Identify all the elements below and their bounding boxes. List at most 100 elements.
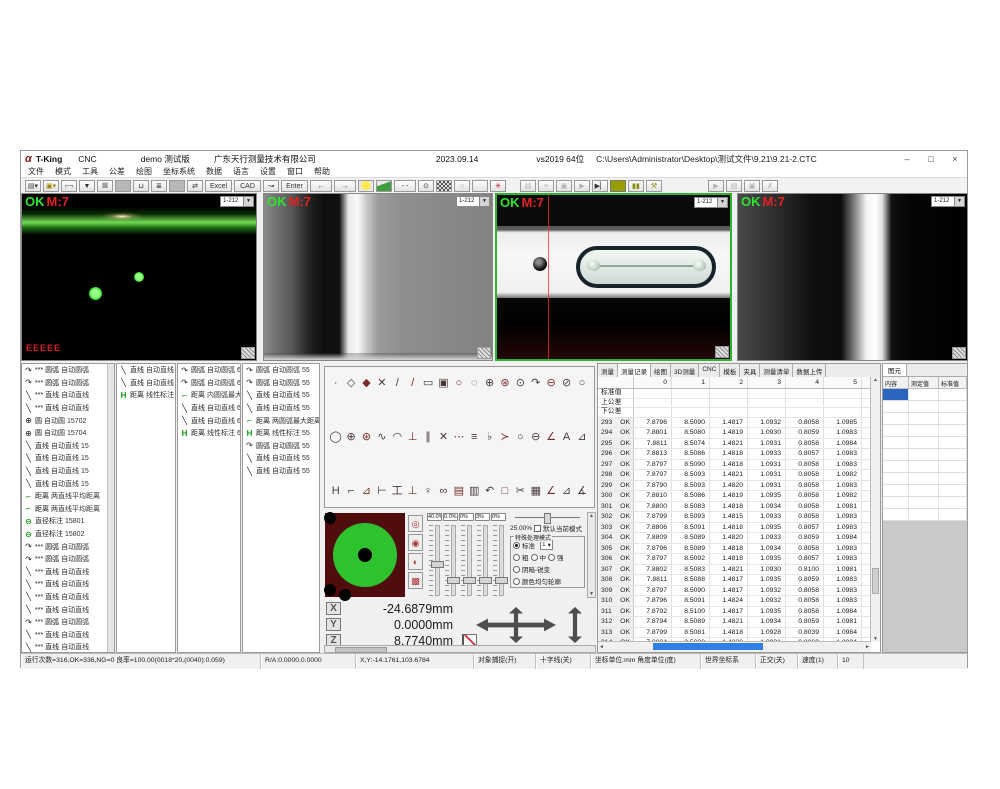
tool-icon[interactable]: 工: [390, 483, 405, 499]
table-row[interactable]: 293OK7.87968.50901.48171.09320.80581.098…: [598, 418, 871, 429]
feature-item[interactable]: ╲直线自动直线 55: [243, 465, 319, 478]
toolbar-button-measure[interactable]: ⌐¬: [61, 180, 77, 192]
feature-item[interactable]: ↷*** 圆弧自动圆弧: [22, 553, 114, 566]
tool-icon[interactable]: ⊖: [528, 429, 543, 445]
tool-icon[interactable]: A: [559, 429, 574, 445]
tool-icon[interactable]: ∠: [543, 429, 558, 445]
tool-icon[interactable]: ∞: [436, 483, 451, 499]
tool-icon[interactable]: ⊿: [359, 483, 374, 499]
horizontal-scrollbar[interactable]: ◄►: [598, 641, 871, 652]
toolbar-button-save-3[interactable]: ▤: [726, 180, 742, 192]
tool-icon[interactable]: ▭: [420, 375, 435, 391]
toolbar-button-enter[interactable]: Enter: [281, 180, 308, 192]
feature-item[interactable]: ↷圆弧自动圆弧 55: [243, 364, 319, 377]
menu-item[interactable]: 窗口: [287, 166, 303, 177]
tool-icon[interactable]: ▣: [436, 375, 451, 391]
table-row[interactable]: 303OK7.88068.50911.48181.09350.80571.098…: [598, 523, 871, 534]
tool-icon[interactable]: ⊿: [574, 429, 589, 445]
toolbar-button-pause[interactable]: ▮▮: [628, 180, 644, 192]
feature-item[interactable]: ⌐距离两直线平均距离: [22, 503, 114, 516]
tab-夹具[interactable]: 夹具: [740, 364, 760, 377]
toolbar-button-gray-1[interactable]: [115, 180, 131, 192]
toolbar-button-open-3[interactable]: ▣: [744, 180, 760, 192]
feature-item[interactable]: H距离线性标注 34: [117, 389, 175, 402]
feature-item[interactable]: ⊕圆自动圆 15704: [22, 427, 114, 440]
ring-light-preview[interactable]: [325, 513, 405, 597]
toolbar-button-cad[interactable]: CAD: [234, 180, 261, 192]
feature-item[interactable]: ╲直线自动直线 55: [243, 452, 319, 465]
tool-icon[interactable]: ▥: [467, 483, 482, 499]
menu-item[interactable]: 坐标系统: [163, 166, 195, 177]
toolbar-button-dash[interactable]: - -: [394, 180, 416, 192]
feature-item[interactable]: ⌐距离两直线平均距离: [22, 490, 114, 503]
scroll-down-icon[interactable]: ▼: [588, 591, 595, 597]
slider-thumb[interactable]: [495, 577, 508, 584]
options-scrollbar[interactable]: ▲▼: [587, 512, 596, 598]
feature-item[interactable]: ↷圆弧自动圆弧 64: [178, 364, 240, 377]
chevron-down-icon[interactable]: ▼: [954, 197, 964, 206]
light-channel-slider[interactable]: 40.0%: [427, 513, 443, 597]
tool-icon[interactable]: ∡: [574, 483, 589, 499]
light-channel-slider[interactable]: 3%: [475, 513, 491, 597]
chevron-down-icon[interactable]: ▼: [243, 197, 253, 206]
toolbar-button-blank[interactable]: [472, 180, 488, 192]
scrollbar-thumb[interactable]: [872, 568, 879, 594]
toolbar-button-checker[interactable]: [436, 180, 452, 192]
scroll-right-icon[interactable]: ►: [865, 644, 870, 650]
tool-icon[interactable]: ✂: [513, 483, 528, 499]
table-row[interactable]: 297OK7.87978.50901.48181.09310.80581.098…: [598, 460, 871, 471]
table-row[interactable]: 311OK7.87928.51001.48171.09350.80581.098…: [598, 607, 871, 618]
toolbar-button-open[interactable]: ▣▾: [43, 180, 59, 192]
tool-icon[interactable]: /: [390, 375, 405, 391]
toolbar-button-play[interactable]: ▶: [574, 180, 590, 192]
element-row[interactable]: [883, 485, 967, 497]
toolbar-button-hammer[interactable]: ⚒: [646, 180, 662, 192]
feature-item[interactable]: ↷*** 圆弧自动圆弧: [22, 377, 114, 390]
menu-item[interactable]: 工具: [82, 166, 98, 177]
tool-icon[interactable]: ⊕: [343, 429, 358, 445]
tool-icon[interactable]: ○: [574, 375, 589, 391]
camera-view-2[interactable]: OKM:7 1-212▼: [263, 193, 493, 361]
scroll-up-icon[interactable]: ▲: [873, 377, 878, 383]
element-row[interactable]: [883, 461, 967, 473]
menu-item[interactable]: 语言: [233, 166, 249, 177]
menu-item[interactable]: 文件: [28, 166, 44, 177]
feature-item[interactable]: ╲直线自动直线 34: [117, 377, 175, 390]
feature-item[interactable]: ↷圆弧自动圆弧 55: [243, 377, 319, 390]
tool-icon[interactable]: ◠: [390, 429, 405, 445]
tool-icon[interactable]: ♀: [420, 483, 435, 499]
tab-测量[interactable]: 测量: [598, 364, 618, 377]
tool-icon[interactable]: ≻: [497, 429, 512, 445]
toolbar-button-fit[interactable]: ⇄: [187, 180, 203, 192]
tool-icon[interactable]: ◇: [343, 375, 358, 391]
standard-radio[interactable]: [513, 542, 520, 549]
table-row[interactable]: 310OK7.87968.50911.48241.09320.80581.098…: [598, 596, 871, 607]
tool-icon[interactable]: ⊘: [559, 375, 574, 391]
element-row[interactable]: [883, 497, 967, 509]
close-button[interactable]: ×: [943, 154, 967, 164]
camera-view-3-selected[interactable]: OKM:7 1-212▼: [495, 193, 732, 361]
light-segment-button[interactable]: ◉: [408, 534, 423, 551]
tool-icon[interactable]: ▤: [451, 483, 466, 499]
toolbar-button-columns[interactable]: ‖‖: [97, 180, 113, 192]
resize-grip-icon[interactable]: [952, 347, 966, 359]
feature-item[interactable]: ⊖直径标注15802: [22, 528, 114, 541]
tool-icon[interactable]: ▦: [528, 483, 543, 499]
feature-item[interactable]: ↷*** 圆弧自动圆弧: [22, 616, 114, 629]
toolbar-button-shield[interactable]: ▼: [79, 180, 95, 192]
feature-item[interactable]: ⌐距离两圆弧最大距离: [243, 414, 319, 427]
toolbar-button-multi[interactable]: ≡: [538, 180, 554, 192]
tool-icon[interactable]: ∥: [420, 429, 435, 445]
element-row[interactable]: [883, 413, 967, 425]
minimize-button[interactable]: –: [895, 154, 919, 164]
table-row[interactable]: 312OK7.87948.50891.48211.09340.80591.098…: [598, 617, 871, 628]
scroll-left-icon[interactable]: ◄: [599, 644, 604, 650]
z-jog-arrows[interactable]: [568, 607, 582, 643]
resize-grip-icon[interactable]: [477, 347, 491, 359]
feature-item[interactable]: ╲*** 直线自动直线: [22, 591, 114, 604]
feature-item[interactable]: ╲直线自动直线 15: [22, 465, 114, 478]
tool-icon[interactable]: ⊢: [374, 483, 389, 499]
feature-item[interactable]: ↷圆弧自动圆弧 64: [178, 377, 240, 390]
menu-item[interactable]: 模式: [55, 166, 71, 177]
toolbar-button-play-to-end[interactable]: ▶▏: [592, 180, 608, 192]
